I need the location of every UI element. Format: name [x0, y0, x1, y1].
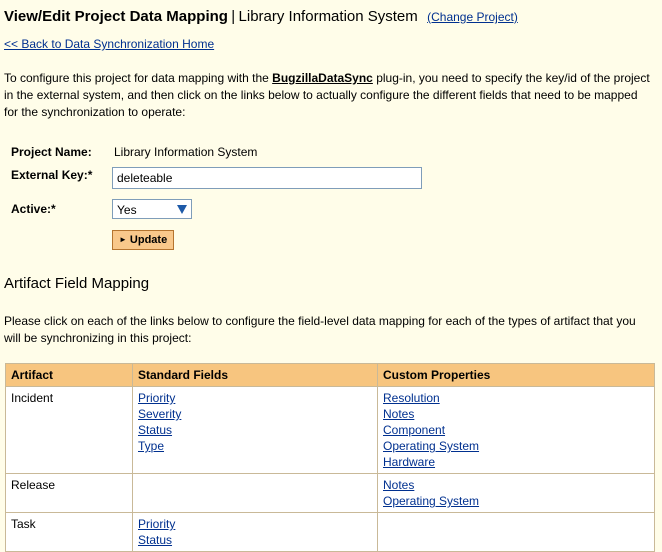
- custom-property-link[interactable]: Notes: [383, 406, 649, 422]
- standard-field-link[interactable]: Priority: [138, 390, 372, 406]
- standard-field-link[interactable]: Status: [138, 422, 372, 438]
- active-select-value: Yes: [117, 203, 137, 217]
- custom-properties-cell: Resolution Notes Component Operating Sys…: [377, 386, 655, 474]
- standard-field-link[interactable]: Severity: [138, 406, 372, 422]
- artifact-name: Release: [5, 473, 133, 513]
- back-to-home-link[interactable]: << Back to Data Synchronization Home: [4, 37, 214, 51]
- plugin-name: BugzillaDataSync: [272, 71, 373, 85]
- project-name-title: Library Information System: [238, 8, 418, 25]
- column-header-artifact: Artifact: [5, 363, 133, 387]
- external-key-label: External Key:*: [11, 168, 93, 182]
- custom-property-link[interactable]: Operating System: [383, 493, 649, 509]
- standard-field-link[interactable]: Priority: [138, 516, 372, 532]
- column-header-custom-properties: Custom Properties: [377, 363, 655, 387]
- standard-fields-cell: [132, 473, 378, 513]
- custom-properties-cell: Notes Operating System: [377, 473, 655, 513]
- custom-property-link[interactable]: Hardware: [383, 454, 649, 470]
- standard-field-link[interactable]: Type: [138, 438, 372, 454]
- table-row: Task Priority Status: [5, 512, 655, 552]
- active-select[interactable]: Yes: [112, 199, 192, 219]
- table-row: Release Notes Operating System: [5, 473, 655, 513]
- artifact-name: Incident: [5, 386, 133, 474]
- standard-fields-cell: Priority Status: [132, 512, 378, 552]
- custom-property-link[interactable]: Notes: [383, 477, 649, 493]
- column-header-standard-fields: Standard Fields: [132, 363, 378, 387]
- artifact-mapping-table: Artifact Standard Fields Custom Properti…: [5, 363, 655, 552]
- change-project-link[interactable]: (Change Project): [427, 10, 518, 24]
- table-header-row: Artifact Standard Fields Custom Properti…: [5, 363, 655, 387]
- custom-property-link[interactable]: Resolution: [383, 390, 649, 406]
- standard-fields-cell: Priority Severity Status Type: [132, 386, 378, 474]
- custom-property-link[interactable]: Component: [383, 422, 649, 438]
- update-button[interactable]: ► Update: [112, 230, 175, 250]
- play-icon: ►: [119, 235, 127, 244]
- page-title: View/Edit Project Data Mapping: [4, 8, 228, 25]
- custom-properties-cell: [377, 512, 655, 552]
- active-label: Active:*: [11, 202, 56, 216]
- intro-part1: To configure this project for data mappi…: [4, 71, 273, 85]
- external-key-input[interactable]: [112, 167, 422, 189]
- page-header: View/Edit Project Data Mapping | Library…: [4, 8, 518, 25]
- chevron-down-icon: [177, 205, 187, 214]
- standard-field-link[interactable]: Status: [138, 532, 372, 548]
- table-row: Incident Priority Severity Status Type R…: [5, 386, 655, 474]
- project-name-value: Library Information System: [114, 145, 258, 159]
- artifact-section-description: Please click on each of the links below …: [4, 314, 636, 345]
- project-name-label: Project Name:: [11, 145, 92, 159]
- update-button-label: Update: [129, 234, 168, 246]
- custom-property-link[interactable]: Operating System: [383, 438, 649, 454]
- intro-text: To configure this project for data mappi…: [4, 70, 654, 121]
- artifact-section-heading: Artifact Field Mapping: [4, 275, 150, 292]
- title-separator: |: [231, 8, 236, 25]
- artifact-name: Task: [5, 512, 133, 552]
